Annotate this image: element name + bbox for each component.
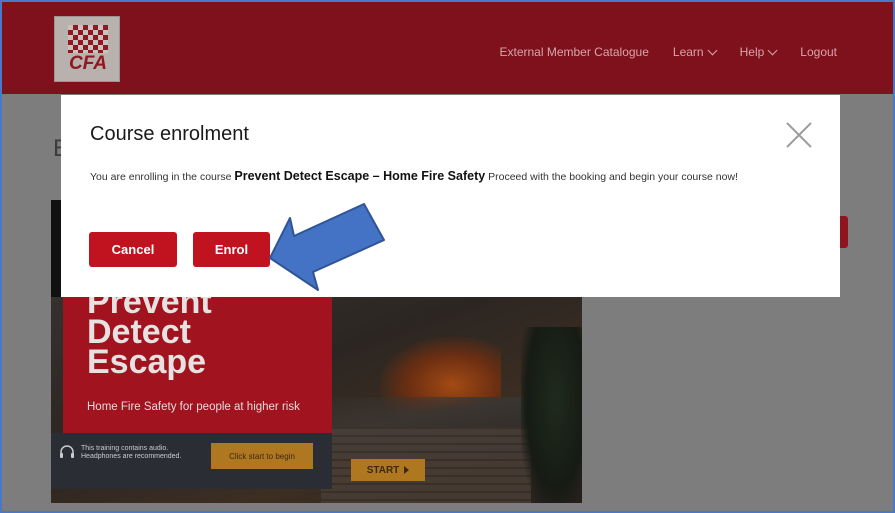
click-start-label: Click start to begin <box>211 443 313 469</box>
nav-label: Logout <box>800 45 837 59</box>
nav-help[interactable]: Help <box>739 45 778 59</box>
start-button-label: START <box>366 464 400 476</box>
modal-body: You are enrolling in the course Prevent … <box>90 166 780 187</box>
nav-label: Learn <box>672 45 704 59</box>
audio-notice-line: Headphones are recommended. <box>81 453 182 460</box>
tree-shape <box>521 327 582 503</box>
start-button[interactable]: START <box>351 459 425 481</box>
enrolment-modal: Course enrolment You are enrolling in th… <box>61 95 840 297</box>
cfa-logo[interactable]: CFA <box>54 16 120 82</box>
enrol-button[interactable]: Enrol <box>193 232 270 267</box>
nav-label: External Member Catalogue <box>499 45 649 59</box>
nav-learn[interactable]: Learn <box>672 45 718 59</box>
background-action-button[interactable] <box>840 216 848 248</box>
chevron-down-icon <box>767 45 778 55</box>
cancel-button[interactable]: Cancel <box>89 232 177 267</box>
main-nav: External Member Catalogue Learn Help Log… <box>475 45 837 59</box>
nav-logout[interactable]: Logout <box>800 45 837 59</box>
course-name: Prevent Detect Escape – Home Fire Safety <box>234 169 486 183</box>
close-icon[interactable] <box>784 120 814 150</box>
course-banner: Prevent Detect Escape Home Fire Safety f… <box>51 297 582 503</box>
banner-title: Prevent Detect Escape <box>87 297 212 381</box>
annotation-arrow-icon <box>269 203 385 291</box>
site-header: CFA External Member Catalogue Learn Help… <box>2 2 893 94</box>
nav-label: Help <box>739 45 765 59</box>
logo-text: CFA <box>69 53 107 74</box>
nav-external-member-catalogue[interactable]: External Member Catalogue <box>499 45 648 59</box>
banner-subtitle: Home Fire Safety for people at higher ri… <box>87 401 300 413</box>
banner-title-line: Escape <box>87 343 207 381</box>
play-icon <box>404 466 410 474</box>
modal-body-prefix: You are enrolling in the course <box>90 171 232 183</box>
chevron-down-icon <box>707 45 718 55</box>
course-image-edge <box>51 200 61 300</box>
checker-icon <box>68 25 108 53</box>
modal-body-suffix: Proceed with the booking and begin your … <box>488 171 738 183</box>
headphones-icon <box>60 445 74 458</box>
audio-notice-line: This training contains audio. <box>81 445 169 452</box>
modal-title: Course enrolment <box>90 123 249 145</box>
audio-notice: This training contains audio. Headphones… <box>59 445 181 461</box>
